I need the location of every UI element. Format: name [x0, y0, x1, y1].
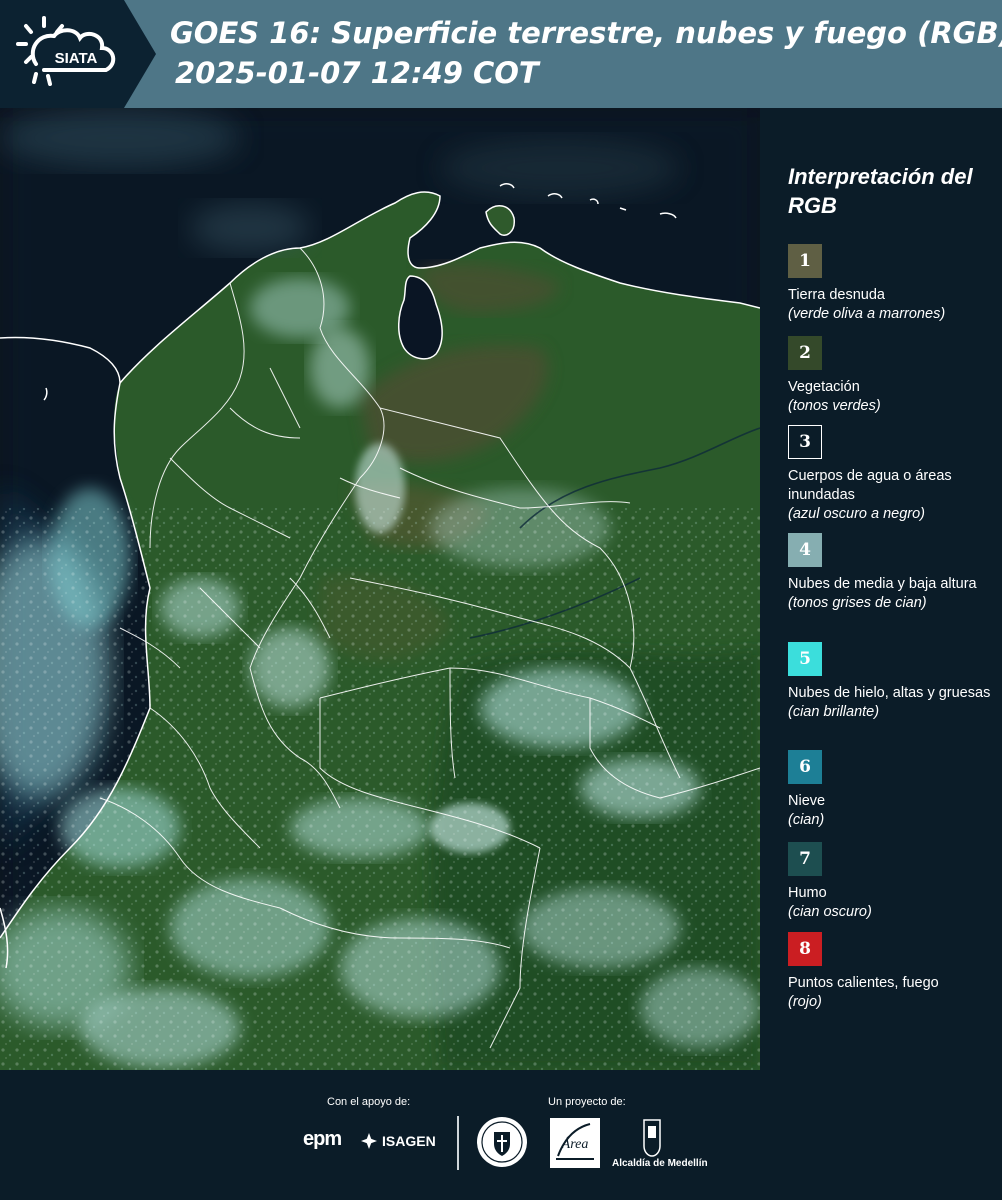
legend-item-sub: (rojo)	[788, 994, 822, 1010]
isagen-logo-text: ISAGEN	[382, 1133, 436, 1149]
page-title: GOES 16: Superficie terrestre, nubes y f…	[170, 16, 1002, 50]
legend-item-sub: (cian brillante)	[788, 704, 880, 720]
legend-swatch: 2	[788, 336, 822, 370]
page-timestamp: 2025-01-07 12:49 COT	[175, 56, 539, 90]
legend-number: 7	[799, 849, 811, 869]
legend-item-label: Tierra desnuda	[788, 287, 885, 303]
legend-item-label: Puntos calientes, fuego	[788, 975, 939, 991]
support-label: Con el apoyo de:	[327, 1096, 411, 1108]
siata-logo-text: SIATA	[55, 50, 98, 67]
satellite-map	[0, 108, 760, 1070]
legend-swatch: 4	[788, 533, 822, 567]
project-label: Un proyecto de:	[548, 1096, 626, 1108]
legend-item-label: Nieve	[788, 793, 826, 809]
legend-panel: Interpretación del RGB 1 Tierra desnuda …	[760, 108, 1002, 1070]
area-metropolitana-logo: Área	[550, 1118, 600, 1168]
legend-item-bare-soil: 1 Tierra desnuda (verde oliva a marrones…	[788, 244, 998, 324]
legend-item-sub: (tonos verdes)	[788, 398, 881, 414]
footer-divider	[457, 1116, 459, 1170]
legend-swatch: 6	[788, 750, 822, 784]
legend-number: 4	[799, 540, 811, 560]
legend-item-hotspots: 8 Puntos calientes, fuego (rojo)	[788, 932, 998, 1012]
area-logo-mark: Área	[556, 1123, 594, 1160]
legend-item-label: Nubes de hielo, altas y gruesas	[788, 685, 991, 701]
legend-swatch: 8	[788, 932, 822, 966]
sun-cloud-icon: SIATA	[16, 16, 116, 86]
legend-item-label: Humo	[788, 885, 827, 901]
legend-number: 3	[799, 432, 811, 452]
legend-swatch: 3	[788, 425, 822, 459]
legend-item-sub: (tonos grises de cian)	[788, 595, 927, 611]
legend-number: 8	[799, 939, 811, 959]
legend-item-label: Nubes de media y baja altura	[788, 576, 977, 592]
epm-logo: epm	[303, 1128, 342, 1151]
legend-item-sub: (cian)	[788, 812, 825, 828]
legend-swatch: 7	[788, 842, 822, 876]
legend-swatch: 1	[788, 244, 822, 278]
legend-number: 1	[799, 251, 811, 271]
isagen-logo: ISAGEN	[360, 1132, 436, 1150]
alcaldia-label: Alcaldía de Medellín	[612, 1158, 708, 1169]
legend-item-sub: (azul oscuro a negro)	[788, 506, 926, 522]
legend-item-label: Vegetación	[788, 379, 860, 395]
legend-title: Interpretación del RGB	[788, 164, 973, 218]
area-logo-text: Área	[561, 1135, 589, 1152]
legend-swatch: 5	[788, 642, 822, 676]
legend-item-vegetation: 2 Vegetación (tonos verdes)	[788, 336, 998, 416]
legend-item-sub: (cian oscuro)	[788, 904, 872, 920]
university-seal-icon	[477, 1117, 527, 1167]
legend-item-smoke: 7 Humo (cian oscuro)	[788, 842, 998, 922]
epm-logo-text: epm	[303, 1128, 342, 1150]
footer: Con el apoyo de: Un proyecto de: epm ISA…	[0, 1070, 1002, 1200]
legend-number: 5	[799, 649, 811, 669]
legend-item-sub: (verde oliva a marrones)	[788, 306, 946, 322]
legend-item-snow: 6 Nieve (cian)	[788, 750, 998, 830]
legend-number: 2	[799, 343, 811, 363]
siata-logo: SIATA	[0, 0, 156, 108]
legend-item-mid-low-clouds: 4 Nubes de media y baja altura (tonos gr…	[788, 533, 998, 613]
legend-item-ice-clouds: 5 Nubes de hielo, altas y gruesas (cian …	[788, 642, 998, 722]
legend-item-label: Cuerpos de agua o áreas inundadas	[788, 468, 952, 503]
satellite-image	[0, 108, 760, 1070]
legend-number: 6	[799, 757, 811, 777]
isagen-icon	[361, 1133, 377, 1149]
header-bar: SIATA GOES 16: Superficie terrestre, nub…	[0, 0, 1002, 108]
legend-item-water: 3 Cuerpos de agua o áreas inundadas (azu…	[788, 425, 998, 524]
